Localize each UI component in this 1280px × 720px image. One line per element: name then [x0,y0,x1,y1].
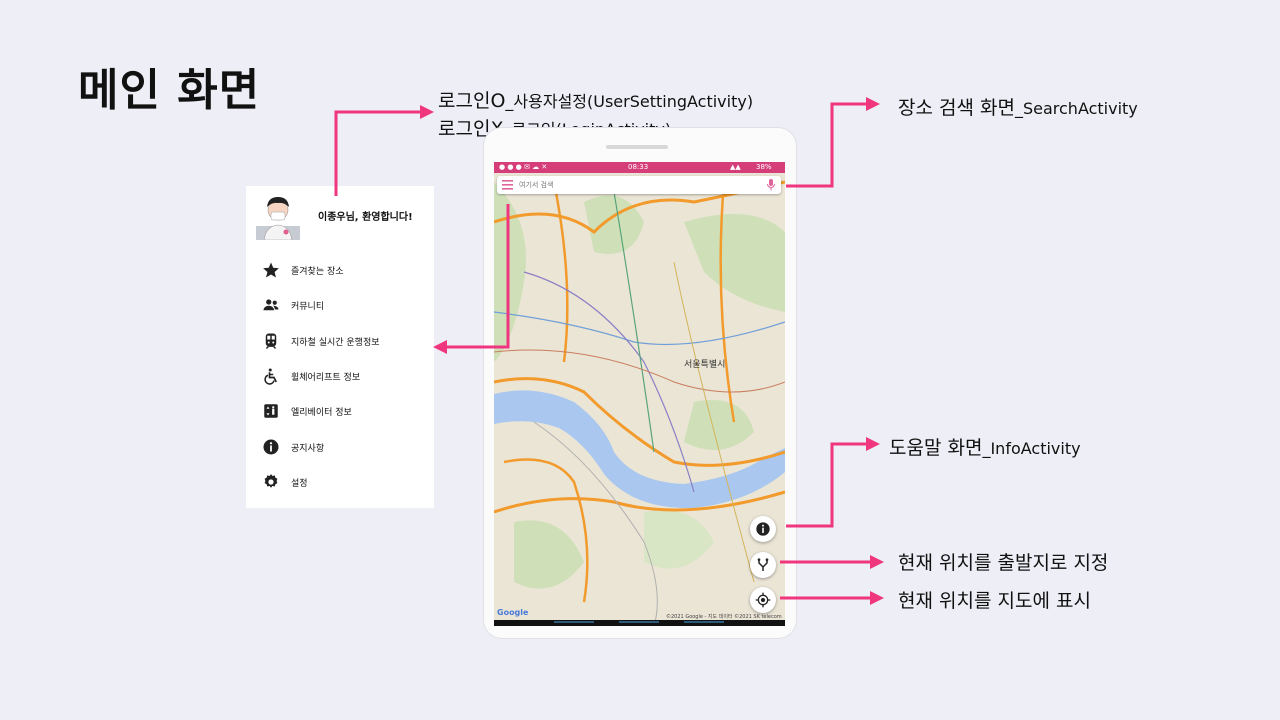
arrow-avatar-to-login [334,110,422,196]
arrow-menu-to-drawer [446,204,510,349]
arrow-info-to-infoactivity [786,442,866,528]
arrow-search-to-searchactivity [786,102,866,188]
connector-arrows [334,97,884,605]
